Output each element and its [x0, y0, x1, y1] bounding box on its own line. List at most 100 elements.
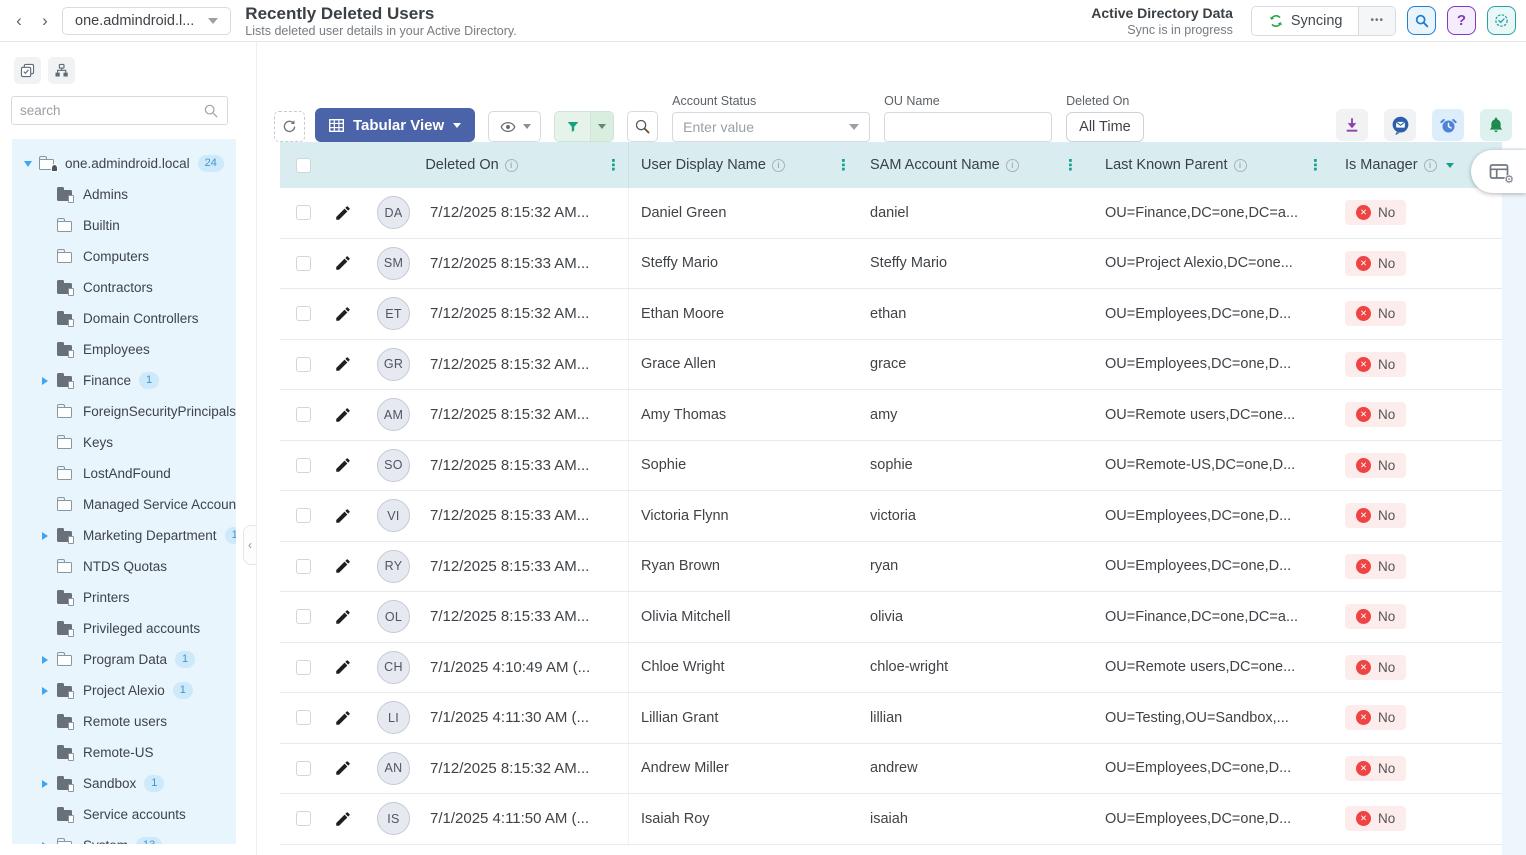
schedule-check-button[interactable] — [1487, 6, 1516, 35]
deleted-on-label: Deleted On — [1066, 94, 1144, 108]
view-mode-dropdown[interactable]: Tabular View — [315, 108, 475, 142]
row-checkbox[interactable] — [296, 660, 311, 675]
tree-item[interactable]: Builtin — [12, 210, 236, 241]
tree-item[interactable]: Keys — [12, 427, 236, 458]
row-checkbox[interactable] — [296, 811, 311, 826]
row-checkbox[interactable] — [296, 508, 311, 523]
tree-item[interactable]: ForeignSecurityPrincipals — [12, 396, 236, 427]
edit-icon[interactable] — [334, 810, 352, 828]
row-checkbox[interactable] — [296, 306, 311, 321]
back-arrow-icon[interactable]: ‹ — [8, 8, 30, 34]
column-menu-icon[interactable] — [836, 156, 851, 174]
tree-item[interactable]: Managed Service Accounts — [12, 489, 236, 520]
edit-icon[interactable] — [334, 709, 352, 727]
column-menu-icon[interactable] — [1063, 156, 1078, 174]
column-menu-icon[interactable] — [1308, 156, 1323, 174]
sync-more-button[interactable]: ••• — [1358, 7, 1395, 35]
edit-icon[interactable] — [334, 507, 352, 525]
tree-item[interactable]: one.admindroid.local 24 — [12, 148, 236, 179]
tree-expand-icon[interactable] — [24, 161, 38, 167]
tree-item[interactable]: Sandbox 1 — [12, 768, 236, 799]
schedule-alert-button[interactable] — [1432, 109, 1464, 141]
feedback-chat-button[interactable] — [1384, 109, 1416, 141]
deleted-on-range-button[interactable]: All Time — [1066, 112, 1144, 142]
tree-item[interactable]: Domain Controllers — [12, 303, 236, 334]
tree-item[interactable]: Program Data 1 — [12, 644, 236, 675]
domain-selector[interactable]: one.admindroid.l... — [62, 7, 231, 35]
tree-item[interactable]: Employees — [12, 334, 236, 365]
folder-icon — [56, 343, 73, 356]
tree-expand-icon[interactable] — [42, 780, 56, 788]
visibility-dropdown[interactable] — [488, 111, 541, 142]
notifications-button[interactable] — [1480, 109, 1512, 141]
column-header[interactable]: SAM Account Name — [858, 142, 1085, 188]
ou-name-input[interactable] — [884, 112, 1052, 142]
export-download-button[interactable] — [1336, 109, 1368, 141]
hierarchy-view-button[interactable] — [48, 57, 75, 84]
row-checkbox[interactable] — [296, 761, 311, 776]
tree-item[interactable]: Finance 1 — [12, 365, 236, 396]
tree-item[interactable]: Privileged accounts — [12, 613, 236, 644]
refresh-button[interactable] — [274, 111, 305, 142]
filter-button[interactable] — [555, 112, 590, 141]
help-button[interactable]: ? — [1447, 6, 1476, 35]
edit-icon[interactable] — [334, 658, 352, 676]
tree-expand-icon[interactable] — [42, 377, 56, 385]
edit-icon[interactable] — [334, 305, 352, 323]
deleted-on-value: 7/1/2025 4:11:30 AM (... — [430, 709, 589, 726]
tree-item[interactable]: Printers — [12, 582, 236, 613]
edit-icon[interactable] — [334, 355, 352, 373]
tree-item[interactable]: Service accounts — [12, 799, 236, 830]
tree-item[interactable]: NTDS Quotas — [12, 551, 236, 582]
tree-item[interactable]: Remote users — [12, 706, 236, 737]
sidebar-collapse-handle[interactable]: ‹ — [243, 525, 256, 565]
row-checkbox[interactable] — [296, 256, 311, 271]
filter-split-button[interactable] — [554, 111, 614, 142]
edit-icon[interactable] — [334, 406, 352, 424]
row-checkbox[interactable] — [296, 609, 311, 624]
row-checkbox[interactable] — [296, 407, 311, 422]
tree-expand-icon[interactable] — [42, 842, 56, 845]
syncing-button[interactable]: Syncing — [1252, 7, 1359, 35]
column-header[interactable]: User Display Name — [628, 142, 858, 188]
edit-icon[interactable] — [334, 608, 352, 626]
filter-dropdown-button[interactable] — [590, 112, 613, 141]
forward-arrow-icon[interactable]: › — [34, 8, 56, 34]
row-checkbox[interactable] — [296, 205, 311, 220]
tree-item[interactable]: Marketing Department 1 — [12, 520, 236, 551]
multi-select-button[interactable] — [14, 57, 41, 84]
row-checkbox[interactable] — [296, 357, 311, 372]
sidebar-search-input[interactable] — [20, 103, 203, 118]
is-manager-value: No — [1378, 710, 1395, 725]
sort-chevron-icon[interactable] — [1446, 163, 1454, 168]
search-in-report-button[interactable] — [627, 111, 658, 142]
tree-expand-icon[interactable] — [42, 687, 56, 695]
tree-item[interactable]: Project Alexio 1 — [12, 675, 236, 706]
tree-item-label: Employees — [83, 342, 150, 357]
tree-item[interactable]: Remote-US — [12, 737, 236, 768]
tree-item-label: Remote-US — [83, 745, 154, 760]
column-menu-icon[interactable] — [606, 156, 621, 174]
tree-expand-icon[interactable] — [42, 656, 56, 664]
tree-item[interactable]: Contractors — [12, 272, 236, 303]
tree-item[interactable]: Computers — [12, 241, 236, 272]
table-header: Deleted On User Display Name SAM Acc — [280, 142, 1502, 188]
row-checkbox[interactable] — [296, 458, 311, 473]
column-chooser-button[interactable]: ⚙ — [1471, 150, 1526, 193]
tree-item[interactable]: System 13 — [12, 830, 236, 844]
global-search-button[interactable] — [1407, 6, 1436, 35]
row-checkbox[interactable] — [296, 559, 311, 574]
edit-icon[interactable] — [334, 759, 352, 777]
edit-icon[interactable] — [334, 456, 352, 474]
tree-item[interactable]: Admins — [12, 179, 236, 210]
column-header[interactable]: Last Known Parent — [1085, 142, 1330, 188]
row-checkbox[interactable] — [296, 710, 311, 725]
tree-item[interactable]: LostAndFound — [12, 458, 236, 489]
edit-icon[interactable] — [334, 254, 352, 272]
column-header[interactable]: Deleted On — [332, 142, 628, 188]
tree-expand-icon[interactable] — [42, 532, 56, 540]
select-all-checkbox[interactable] — [296, 158, 311, 173]
edit-icon[interactable] — [334, 557, 352, 575]
edit-icon[interactable] — [334, 204, 352, 222]
account-status-select[interactable]: Enter value — [672, 112, 870, 142]
